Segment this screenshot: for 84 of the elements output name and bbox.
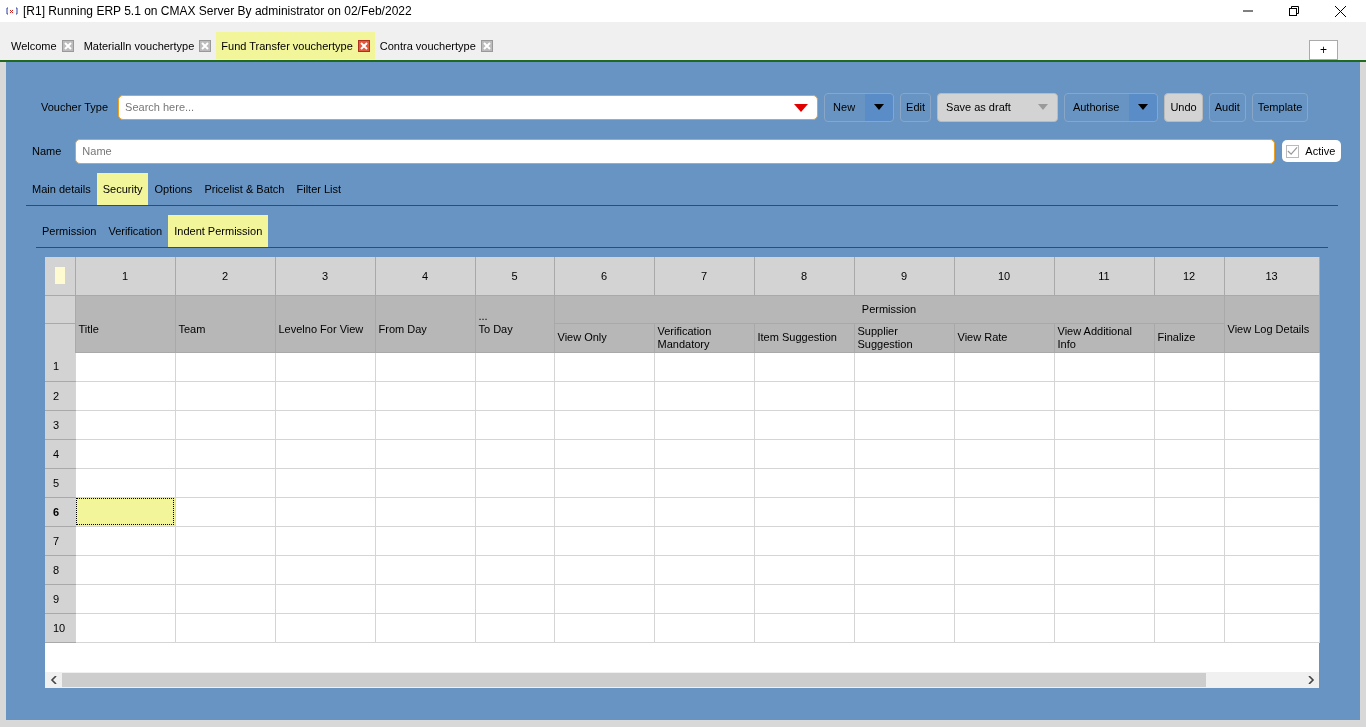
column-header: Levelno For View [275,295,375,352]
section-tab[interactable]: Security [96,173,149,205]
caret-icon[interactable] [1129,93,1158,121]
app-logo-icon [6,7,18,15]
table-cell[interactable] [75,439,175,468]
close-tab-icon[interactable] [480,39,493,52]
window-title: [R1] Running ERP 5.1 on CMAX Server By administrator on 02/Feb/2022 [23,4,412,18]
column-header: Title [75,295,175,352]
toolbar-button[interactable]: New [824,92,895,122]
dropdown-arrow-icon[interactable] [794,103,809,112]
field-label: Name [32,145,62,157]
search-field[interactable]: Search here... [118,94,819,120]
table-cell[interactable] [75,410,175,439]
table-cell[interactable] [75,381,175,410]
toolbar-button[interactable]: Authorise [1063,92,1159,122]
column-number: 7 [654,257,754,295]
table-cell[interactable] [75,613,175,642]
document-tab[interactable]: Contra vouchertype [374,32,498,59]
check-icon [1287,146,1299,156]
column-number: 1 [75,257,175,295]
sub-tab[interactable]: Indent Permission [168,215,269,247]
section-tab[interactable]: Main details [26,173,97,205]
field-label: Voucher Type [41,101,109,113]
table-cell[interactable] [75,526,175,555]
toolbar-button[interactable]: Audit [1208,92,1246,122]
section-tab[interactable]: Pricelist & Batch [198,173,291,205]
sub-tab[interactable]: Verification [102,215,169,247]
table-cell[interactable] [75,584,175,613]
select-all-handle[interactable] [55,267,65,285]
table-cell[interactable] [75,352,175,381]
column-number: 8 [754,257,854,295]
table-cell[interactable] [75,555,175,584]
restore-icon[interactable] [1289,6,1299,16]
sub-tab[interactable]: Permission [36,215,103,247]
section-tab[interactable]: Options [148,173,199,205]
row-number: 10 [45,613,75,642]
close-tab-icon[interactable] [61,39,74,52]
column-header: View Only [554,323,654,352]
row-number: 2 [45,381,75,410]
close-tab-icon[interactable] [357,39,370,52]
name-field[interactable]: Name [75,138,1276,164]
horizontal-scrollbar[interactable] [45,672,1319,688]
column-group-header: Permission [554,295,1224,323]
row-number: 9 [45,584,75,613]
column-header: Finalize [1154,323,1224,352]
column-number: 5 [475,257,554,295]
column-header: Verification Mandatory [654,323,754,352]
column-header: Supplier Suggestion [854,323,954,352]
column-header: Team [175,295,275,352]
column-number: 2 [175,257,275,295]
row-number: 7 [45,526,75,555]
table-cell[interactable] [75,497,175,526]
column-number: 12 [1154,257,1224,295]
column-number: 11 [1054,257,1154,295]
row-number: 3 [45,410,75,439]
caret-icon[interactable] [865,93,894,121]
column-number: 4 [375,257,475,295]
row-number: 6 [45,497,75,526]
document-tab[interactable]: Fund Transfer vouchertype [216,32,375,59]
toolbar-button[interactable]: Template [1251,92,1309,122]
column-number: 9 [854,257,954,295]
close-tab-icon[interactable] [199,39,212,52]
column-number: 3 [275,257,375,295]
row-number: 4 [45,439,75,468]
row-number: 5 [45,468,75,497]
document-tab[interactable]: Materialln vouchertype [78,32,217,59]
toolbar-button[interactable]: Edit [900,92,932,122]
column-header: From Day [375,295,475,352]
section-tab[interactable]: Filter List [290,173,348,205]
column-header: ... To Day [475,295,554,352]
active-checkbox[interactable]: Active [1282,140,1342,162]
document-tab[interactable]: Welcome [6,32,79,59]
add-tab-button[interactable]: + [1309,40,1338,60]
column-header: View Additional Info [1054,323,1154,352]
column-header: Item Suggestion [754,323,854,352]
column-header: View Log Details [1224,295,1319,352]
column-number: 6 [554,257,654,295]
close-icon[interactable] [1335,5,1346,17]
column-number: 10 [954,257,1054,295]
table-cell[interactable] [75,468,175,497]
row-number: 1 [45,352,75,381]
column-number: 13 [1224,257,1319,295]
row-number: 8 [45,555,75,584]
column-header: View Rate [954,323,1054,352]
